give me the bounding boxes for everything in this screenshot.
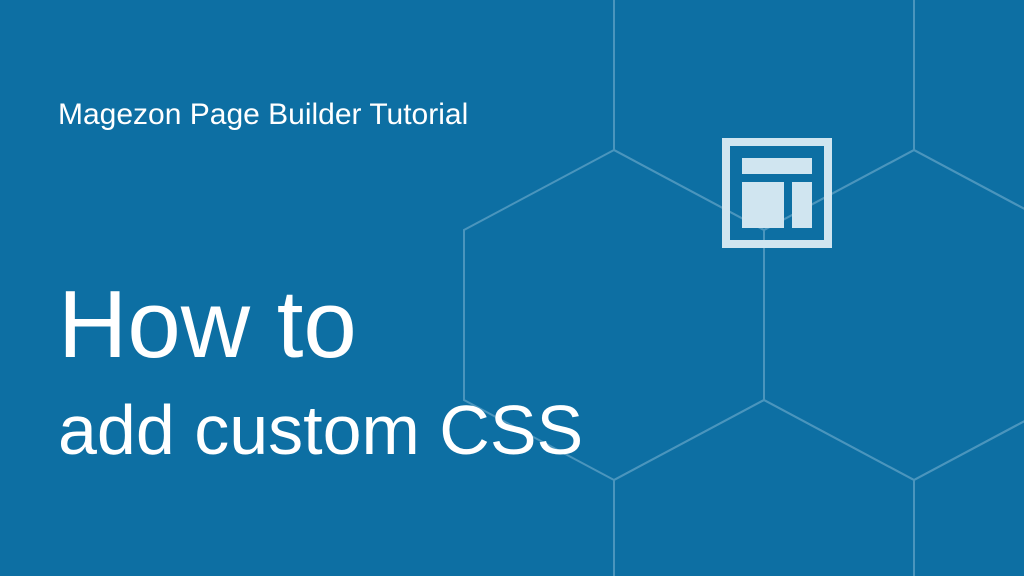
layout-template-icon bbox=[722, 138, 832, 253]
subtitle: Magezon Page Builder Tutorial bbox=[58, 98, 1024, 132]
title-line-2: add custom CSS bbox=[58, 392, 1024, 469]
title-line-1: How to bbox=[58, 272, 1024, 378]
